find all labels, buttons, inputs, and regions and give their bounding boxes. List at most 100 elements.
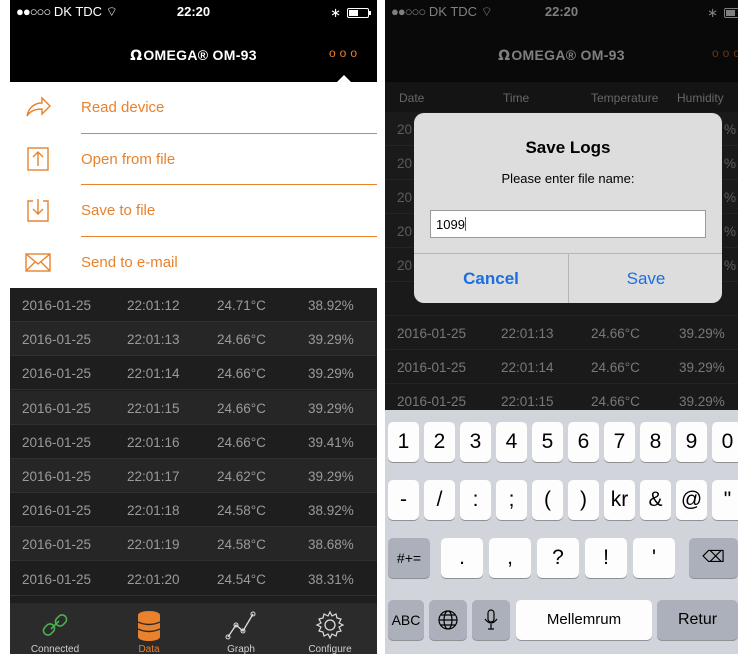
cell: 24.54°C	[217, 571, 266, 587]
key-row2[interactable]: ;	[496, 480, 527, 520]
menu-item-read-device[interactable]: Read device	[10, 82, 377, 134]
battery-icon	[347, 8, 371, 18]
cell: 22:01:18	[127, 503, 180, 519]
key-row2[interactable]: kr	[604, 480, 635, 520]
key-row1[interactable]: 2	[424, 422, 455, 462]
key-row3[interactable]: ,	[489, 538, 531, 578]
envelope-icon	[25, 252, 51, 272]
cell: 24.66°C	[217, 400, 266, 416]
cell: 39.29%	[308, 366, 354, 382]
tab-data[interactable]: Data	[109, 603, 189, 654]
tab-connected[interactable]: Connected	[15, 603, 95, 654]
key-row1[interactable]: 9	[676, 422, 707, 462]
cell: 2016-01-25	[22, 434, 92, 450]
key-abc[interactable]: ABC	[388, 600, 424, 640]
return-key[interactable]: Retur	[657, 600, 738, 640]
cell: 38.68%	[308, 537, 354, 553]
cell: 39.29%	[308, 400, 354, 416]
key-row1[interactable]: 7	[604, 422, 635, 462]
cell: 2016-01-25	[22, 366, 92, 382]
table-row: 2016-01-25 22:01:13 24.66°C 39.29%	[10, 322, 377, 357]
dropdown-menu: Read device Open from file Save to file …	[10, 75, 377, 289]
save-button[interactable]: Save	[569, 254, 722, 303]
key-row1[interactable]: 8	[640, 422, 671, 462]
key-row2[interactable]: :	[460, 480, 491, 520]
cell: 2016-01-25	[22, 503, 92, 519]
menu-item-open-from-file[interactable]: Open from file	[10, 134, 377, 185]
status-right: ∗	[330, 5, 371, 21]
cell: 2016-01-25	[22, 571, 92, 587]
tab-bar: Connected Data Graph Configure	[10, 603, 377, 654]
cancel-button[interactable]: Cancel	[414, 254, 568, 303]
table-row: 2016-01-25 22:01:19 24.58°C 38.68%	[10, 527, 377, 562]
tab-configure[interactable]: Configure	[290, 603, 370, 654]
key-row2[interactable]: )	[568, 480, 599, 520]
table-row: 2016-01-25 22:01:14 24.66°C 39.29%	[10, 356, 377, 391]
cell: 24.71°C	[217, 298, 266, 313]
cell: 39.41%	[308, 434, 354, 450]
save-logs-dialog: Save Logs Please enter file name: 1099 C…	[414, 113, 722, 303]
file-name-input[interactable]: 1099	[430, 210, 706, 238]
status-time: 22:20	[176, 4, 211, 19]
tab-label: Graph	[227, 644, 255, 654]
table-row: 2016-01-25 22:01:16 24.66°C 39.41%	[10, 424, 377, 459]
menu-item-send-email[interactable]: Send to e-mail	[10, 237, 377, 289]
cell: 22:01:15	[127, 400, 180, 416]
table-row: 2016-01-25 22:01:18 24.58°C 38.92%	[10, 493, 377, 528]
database-icon	[137, 611, 161, 641]
key-row1[interactable]: 3	[460, 422, 491, 462]
cell: 2016-01-25	[22, 537, 92, 553]
cell: 39.29%	[308, 332, 354, 348]
key-row2[interactable]: "	[712, 480, 738, 520]
table-row: 2016-01-25 22:01:20 24.54°C 38.31%	[10, 561, 377, 596]
cell: 22:01:17	[127, 469, 180, 484]
space-key[interactable]: Mellemrum	[516, 600, 652, 640]
menu-item-label: Save to file	[81, 202, 156, 219]
key-row2[interactable]: (	[532, 480, 563, 520]
data-table: 2016-01-25 22:01:12 24.71°C 38.92% 2016-01-2…	[10, 288, 377, 603]
backspace-key[interactable]: ⌫	[689, 538, 738, 578]
cell: 24.66°C	[217, 434, 266, 450]
cell: 38.31%	[308, 571, 354, 587]
status-bar: ●●○○○ DK TDC ⌔ 22:20 ∗	[10, 0, 377, 22]
key-row2[interactable]: @	[676, 480, 707, 520]
nav-bar: ΩOMEGA® OM-93 ooo	[10, 22, 377, 82]
table-row: 2016-01-25 22:01:15 24.66°C 39.29%	[10, 390, 377, 425]
globe-key[interactable]	[429, 600, 467, 640]
device-model: OM-93	[212, 47, 257, 63]
cell: 22:01:13	[127, 332, 180, 348]
key-row1[interactable]: 1	[388, 422, 419, 462]
cell: 22:01:20	[127, 571, 180, 587]
dialog-title: Save Logs	[525, 138, 611, 157]
omega-icon: Ω	[130, 48, 143, 64]
cell: 24.58°C	[217, 537, 266, 553]
right-phone-screen: ●●○○○ DK TDC ⌔ 22:20 ∗ ΩOMEGA® OM-93 ooo…	[385, 0, 738, 654]
more-menu-button[interactable]: ooo	[329, 46, 361, 60]
key-row2[interactable]: &	[640, 480, 671, 520]
cell: 38.92%	[308, 298, 354, 313]
key-row3[interactable]: ?	[537, 538, 579, 578]
backspace-icon: ⌫	[702, 549, 725, 566]
cell: 2016-01-25	[22, 298, 92, 313]
key-more-symbols[interactable]: #+=	[388, 538, 430, 578]
logo-text: OMEGA	[143, 47, 198, 63]
cell: 22:01:16	[127, 434, 180, 450]
graph-icon	[225, 611, 256, 640]
key-row1[interactable]: 5	[532, 422, 563, 462]
dictation-key[interactable]	[472, 600, 510, 640]
key-row3[interactable]: '	[633, 538, 675, 578]
cell: 24.66°C	[217, 332, 266, 348]
cell: 38.92%	[308, 503, 354, 519]
key-row1[interactable]: 4	[496, 422, 527, 462]
key-row1[interactable]: 0	[712, 422, 738, 462]
tab-label: Configure	[308, 644, 352, 654]
menu-item-save-to-file[interactable]: Save to file	[10, 185, 377, 237]
key-row2[interactable]: -	[388, 480, 419, 520]
menu-item-label: Read device	[81, 99, 165, 116]
key-row2[interactable]: /	[424, 480, 455, 520]
key-row1[interactable]: 6	[568, 422, 599, 462]
key-row3[interactable]: !	[585, 538, 627, 578]
tab-graph[interactable]: Graph	[201, 603, 281, 654]
cell: 2016-01-25	[22, 400, 92, 416]
key-row3[interactable]: .	[441, 538, 483, 578]
